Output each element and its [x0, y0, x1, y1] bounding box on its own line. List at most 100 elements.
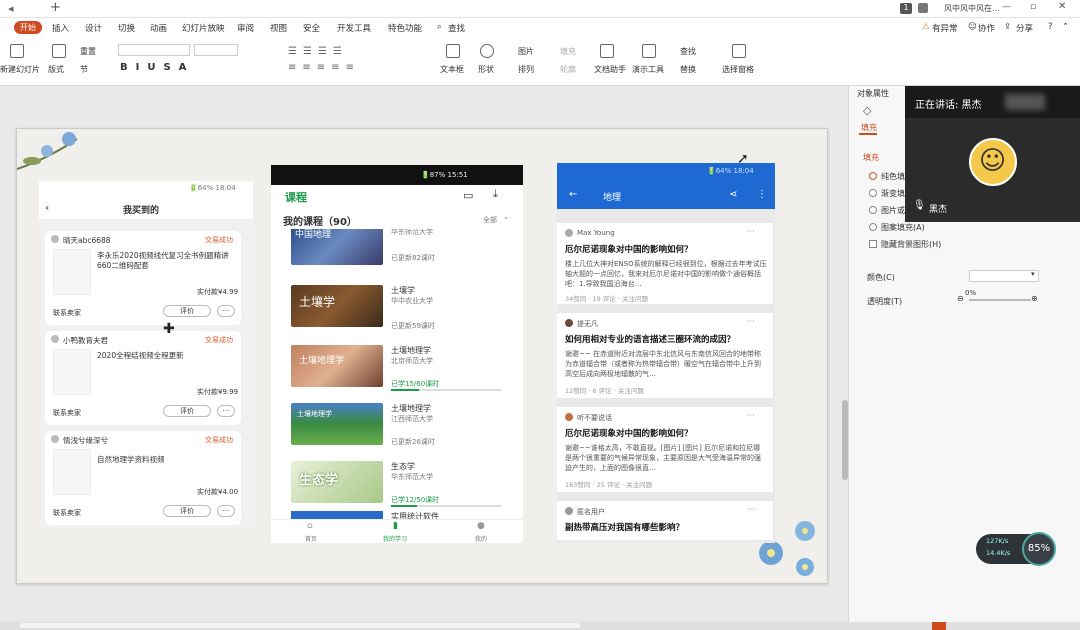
- question-card[interactable]: Max Young ··· 厄尔尼诺现象对中国的影响如何？ 楼上几位大神对ENS…: [557, 223, 773, 307]
- shop-name[interactable]: 晴天abc6688: [63, 235, 111, 246]
- menu-review[interactable]: 审阅: [237, 22, 254, 34]
- more-icon[interactable]: ···: [747, 227, 755, 236]
- option-pattern-fill[interactable]: 图案填充(A): [881, 222, 925, 233]
- more-icon[interactable]: ···: [747, 505, 755, 514]
- layout-button[interactable]: 版式: [48, 64, 64, 75]
- radio-picture-fill[interactable]: [869, 206, 877, 214]
- plus-icon[interactable]: ⊕: [1031, 294, 1038, 303]
- order-card[interactable]: 情浅兮缘深兮 交易成功 自然地理学资料视频 实付款¥4.00 联系卖家 评价 ·…: [45, 431, 241, 525]
- share-button[interactable]: 分享: [1016, 22, 1033, 34]
- radio-gradient-fill[interactable]: [869, 189, 877, 197]
- color-select[interactable]: [969, 270, 1039, 282]
- back-icon[interactable]: ‹: [45, 201, 49, 214]
- order-card[interactable]: 晴天abc6688 交易成功 李永乐2020视频线代复习全书例题精讲660二维码…: [45, 231, 241, 325]
- menu-security[interactable]: 安全: [303, 22, 320, 34]
- question-title[interactable]: 厄尔尼诺现象对中国的影响如何？: [565, 427, 693, 439]
- fill-section-header[interactable]: 填充: [863, 152, 879, 163]
- doc-helper-button[interactable]: 文档助手: [594, 64, 626, 75]
- find-button[interactable]: 查找: [680, 46, 696, 57]
- maximize-icon[interactable]: ▫: [1030, 2, 1036, 12]
- select-pane-button[interactable]: 选择窗格: [722, 64, 754, 75]
- tab-nav-icon[interactable]: ◂: [8, 2, 14, 15]
- order-card[interactable]: 小鸭教育夫君 交易成功 2020全程结视频全程更新 实付款¥9.99 联系卖家 …: [45, 331, 241, 425]
- doc-name[interactable]: 风中风中风在…: [944, 3, 1000, 14]
- new-tab-icon[interactable]: +: [50, 0, 61, 15]
- menu-design[interactable]: 设计: [85, 22, 102, 34]
- tab-my-learning[interactable]: 我的学习: [383, 534, 407, 543]
- menu-special[interactable]: 特色功能: [388, 22, 422, 34]
- more-button[interactable]: ···: [217, 405, 235, 417]
- reset-button[interactable]: 重置: [80, 46, 96, 57]
- menu-insert[interactable]: 插入: [52, 22, 69, 34]
- back-icon[interactable]: ←: [569, 189, 577, 200]
- contact-seller-link[interactable]: 联系卖家: [53, 308, 81, 318]
- minimize-icon[interactable]: —: [1002, 2, 1011, 12]
- hide-bg-checkbox[interactable]: [869, 240, 877, 248]
- radio-pattern-fill[interactable]: [869, 223, 877, 231]
- filter-select[interactable]: 全部: [483, 215, 497, 225]
- question-card[interactable]: 提无凡 ··· 如何用相对专业的语言描述三圈环流的成因？ 谢邀~~ 在赤道附近对…: [557, 313, 773, 401]
- shop-name[interactable]: 小鸭教育夫君: [63, 335, 108, 346]
- picture-button[interactable]: 图片: [518, 46, 534, 57]
- collapse-icon[interactable]: ⌃: [1062, 22, 1069, 32]
- download-icon[interactable]: ⤓: [493, 187, 498, 201]
- menu-find[interactable]: 查找: [448, 22, 465, 34]
- user-name[interactable]: 匿名用户: [577, 507, 605, 517]
- close-icon[interactable]: ✕: [1058, 1, 1066, 12]
- arrange-button[interactable]: 排列: [518, 64, 534, 75]
- course-item[interactable]: 土壤地理学 土壤地理学 北京师范大学 已学15/60课时: [287, 337, 509, 395]
- option-hide-bg[interactable]: 隐藏背景图形(H): [881, 239, 941, 250]
- fill-button[interactable]: 填充: [560, 46, 576, 57]
- menu-slideshow[interactable]: 幻灯片放映: [182, 22, 225, 34]
- share-icon[interactable]: ⋖: [729, 189, 737, 200]
- tab-home[interactable]: 首页: [305, 534, 317, 543]
- course-item[interactable]: 土壤学 土壤学 华中农业大学 已更新59课时: [287, 279, 509, 337]
- more-icon[interactable]: ···: [747, 317, 755, 326]
- shop-name[interactable]: 情浅兮缘深兮: [63, 435, 108, 446]
- product-desc[interactable]: 李永乐2020视频线代复习全书例题精讲660二维码配套: [97, 251, 237, 271]
- font-size-select[interactable]: [194, 44, 238, 56]
- font-name-select[interactable]: [118, 44, 190, 56]
- collab-button[interactable]: 协作: [978, 22, 995, 34]
- more-button[interactable]: ···: [217, 505, 235, 517]
- review-button[interactable]: 评价: [163, 305, 211, 317]
- tab-fill[interactable]: 填充: [861, 122, 877, 133]
- more-button[interactable]: ···: [217, 305, 235, 317]
- user-name[interactable]: 提无凡: [577, 319, 598, 329]
- radio-solid-fill[interactable]: [869, 172, 877, 180]
- menu-animation[interactable]: 动画: [150, 22, 167, 34]
- contact-seller-link[interactable]: 联系卖家: [53, 408, 81, 418]
- answer-excerpt[interactable]: 谢邀~~谁格太高，不敢直视。[图片] [图片] 厄尔尼诺和拉尼娜是两个很重要的气…: [565, 443, 767, 473]
- menu-developer[interactable]: 开发工具: [337, 22, 371, 34]
- minus-icon[interactable]: ⊖: [957, 294, 964, 303]
- course-item[interactable]: 生态学 生态学 华东师范大学 已学12/50课时: [287, 453, 509, 511]
- product-desc[interactable]: 2020全程结视频全程更新: [97, 351, 237, 361]
- tab-me[interactable]: 我的: [475, 534, 487, 543]
- font-style-buttons[interactable]: BIUSA: [120, 62, 194, 73]
- horizontal-scrollbar[interactable]: [20, 623, 580, 628]
- course-item[interactable]: 土壤地理学 土壤地理学 江西师范大学 已更新26课时: [287, 395, 509, 453]
- align-buttons[interactable]: ≡≡≡≡≡: [288, 62, 360, 73]
- outline-button[interactable]: 轮廓: [560, 64, 576, 75]
- transparency-slider[interactable]: [969, 299, 1031, 301]
- question-title[interactable]: 厄尔尼诺现象对中国的影响如何？: [565, 243, 693, 255]
- unsaved-status[interactable]: 有异常: [932, 22, 958, 34]
- more-icon[interactable]: ⋮: [757, 189, 767, 200]
- more-icon[interactable]: ···: [747, 411, 755, 420]
- slide[interactable]: 🔋64% 18:04 ‹ 我买到的 晴天abc6688 交易成功 李永乐2020…: [16, 128, 828, 584]
- answer-excerpt[interactable]: 谢邀~~ 在赤道附近对流层中东北信风与东南信风回合的地带称为赤道辐合带（或者称为…: [565, 349, 767, 379]
- product-desc[interactable]: 自然地理学资料视频: [97, 455, 237, 465]
- question-title[interactable]: 如何用相对专业的语言描述三圈环流的成因？: [565, 333, 771, 345]
- status-icon[interactable]: [932, 622, 946, 630]
- review-button[interactable]: 评价: [163, 505, 211, 517]
- user-name[interactable]: Max Young: [577, 229, 615, 237]
- question-card[interactable]: 听不要说话 ··· 厄尔尼诺现象对中国的影响如何？ 谢邀~~谁格太高，不敢直视。…: [557, 407, 773, 495]
- question-title[interactable]: 副热带高压对我国有哪些影响？: [565, 521, 684, 533]
- course-item[interactable]: 中国地理 华东师范大学 已更新82课时: [287, 229, 509, 279]
- replace-button[interactable]: 替换: [680, 64, 696, 75]
- net-speed-widget[interactable]: 127K/s 14.4K/s 85%: [976, 532, 1056, 566]
- search-icon[interactable]: ⌕: [437, 22, 442, 32]
- textbox-button[interactable]: 文本框: [440, 64, 464, 75]
- contact-seller-link[interactable]: 联系卖家: [53, 508, 81, 518]
- answer-excerpt[interactable]: 楼上几位大神对ENSO系统的解释已经很到位，根据过去年考试压轴大题的一点回忆，我…: [565, 259, 767, 289]
